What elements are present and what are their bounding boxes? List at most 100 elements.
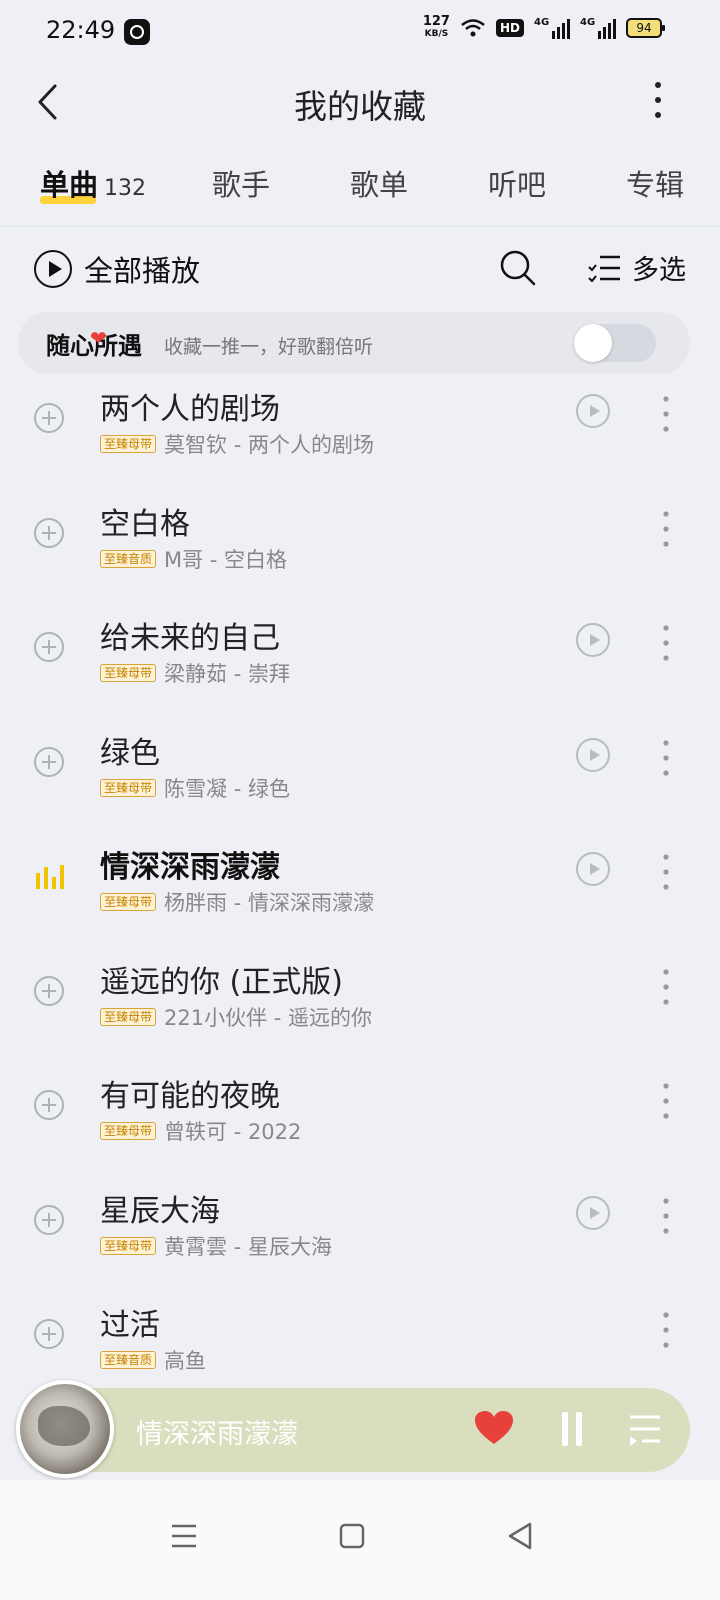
song-meta: 至臻母带 杨胖雨 - 情深深雨濛濛: [100, 887, 374, 917]
quality-badge: 至臻母带: [100, 1236, 157, 1255]
song-row[interactable]: 空白格 至臻音质 M哥 - 空白格: [0, 491, 720, 606]
more-vertical-icon[interactable]: [660, 509, 672, 549]
status-icons: 127 KB/S HD 4G 4G 94: [422, 14, 665, 40]
search-icon[interactable]: [498, 248, 538, 288]
quality-badge: 至臻母带: [100, 664, 157, 682]
song-artist: 陈雪凝 - 绿色: [164, 776, 290, 801]
battery-icon: 94: [626, 18, 665, 38]
song-row[interactable]: 两个人的剧场 至臻母带 莫智钦 - 两个人的剧场: [0, 376, 720, 491]
song-title: 给未来的自己: [100, 621, 280, 656]
song-artist: 黄霄雲 - 星辰大海: [164, 1234, 332, 1259]
multi-select-icon: [588, 255, 620, 282]
song-meta: 至臻音质 M哥 - 空白格: [100, 544, 287, 574]
add-icon[interactable]: [34, 1204, 64, 1235]
quality-badge: 至臻母带: [100, 435, 157, 453]
song-title: 两个人的剧场: [100, 392, 280, 427]
add-icon[interactable]: [34, 403, 64, 433]
song-title: 有可能的夜晚: [100, 1079, 280, 1114]
multi-select-button[interactable]: 多选: [588, 248, 686, 287]
song-artist: 梁静茹 - 崇拜: [164, 662, 290, 686]
hd-badge: HD: [495, 19, 524, 37]
quality-badge: 至臻母带: [100, 893, 157, 911]
tab-singers[interactable]: 歌手: [212, 162, 270, 204]
quality-badge: 至臻音质: [100, 1351, 157, 1369]
more-vertical-icon[interactable]: [660, 394, 672, 434]
play-all-button[interactable]: 全部播放: [34, 248, 200, 290]
song-row[interactable]: 遥远的你 (正式版) 至臻母带 221小伙伴 - 遥远的你: [0, 949, 720, 1064]
song-row[interactable]: 有可能的夜晚 至臻母带 曾轶可 - 2022: [0, 1063, 720, 1178]
signal-2-label: 4G: [580, 17, 596, 28]
tab-albums[interactable]: 专辑: [626, 162, 684, 204]
tabs-divider: [0, 226, 720, 227]
top-bar: 我的收藏: [0, 62, 720, 142]
net-speed-value: 127: [422, 14, 450, 29]
song-artist: 杨胖雨 - 情深深雨濛濛: [164, 891, 374, 915]
song-row[interactable]: 给未来的自己 至臻母带 梁静茹 - 崇拜: [0, 605, 720, 720]
quality-badge: 至臻母带: [100, 1007, 157, 1026]
add-icon[interactable]: [34, 746, 64, 777]
random-toggle[interactable]: [574, 324, 656, 362]
song-row[interactable]: 绿色 至臻母带 陈雪凝 - 绿色: [0, 720, 720, 835]
song-meta: 至臻母带 陈雪凝 - 绿色: [100, 773, 290, 803]
signal-2-icon: 4G: [580, 17, 616, 39]
add-icon[interactable]: [34, 1319, 64, 1349]
tab-singles-count: 132: [104, 176, 147, 201]
song-artist: 高鱼: [164, 1349, 207, 1373]
song-artist: M哥 - 空白格: [164, 547, 288, 572]
tab-playlists[interactable]: 歌单: [350, 162, 408, 204]
add-icon[interactable]: [34, 1090, 64, 1120]
more-vertical-icon[interactable]: [660, 623, 672, 663]
random-banner-subtitle: 收藏一推一，好歌翻倍听: [164, 336, 374, 358]
more-vertical-icon[interactable]: [652, 80, 664, 120]
song-title: 空白格: [100, 506, 190, 542]
more-vertical-icon[interactable]: [660, 738, 672, 778]
song-meta: 至臻母带 黄霄雲 - 星辰大海: [100, 1231, 332, 1261]
signal-1-icon: 4G: [534, 17, 570, 39]
song-row-playing[interactable]: 情深深雨濛濛 至臻母带 杨胖雨 - 情深深雨濛濛: [0, 834, 720, 949]
mv-play-icon[interactable]: [576, 623, 610, 657]
album-cover[interactable]: [16, 1380, 114, 1478]
song-row[interactable]: 星辰大海 至臻母带 黄霄雲 - 星辰大海: [0, 1178, 720, 1293]
song-artist: 曾轶可 - 2022: [164, 1120, 302, 1144]
play-all-label: 全部播放: [84, 254, 201, 288]
heart-icon: ❤: [90, 326, 107, 350]
more-vertical-icon[interactable]: [660, 1081, 672, 1121]
song-meta: 至臻母带 梁静茹 - 崇拜: [100, 658, 290, 688]
add-icon[interactable]: [34, 975, 64, 1006]
add-icon[interactable]: [34, 517, 64, 548]
page-title: 我的收藏: [294, 87, 426, 126]
heart-icon[interactable]: [474, 1410, 514, 1446]
quality-badge: 至臻母带: [100, 1122, 157, 1140]
net-speed-unit: KB/S: [424, 29, 449, 39]
quality-badge: 至臻母带: [100, 778, 157, 797]
now-playing-title: 情深深雨濛濛: [136, 1419, 298, 1450]
toggle-knob: [574, 324, 612, 362]
song-title: 遥远的你 (正式版): [100, 964, 343, 1000]
quality-badge: 至臻音质: [100, 549, 157, 568]
home-square-icon[interactable]: [334, 1518, 370, 1554]
mv-play-icon[interactable]: [576, 737, 610, 772]
song-list: 两个人的剧场 至臻母带 莫智钦 - 两个人的剧场 空白格 至臻音质 M哥 - 空…: [0, 376, 720, 1407]
song-meta: 至臻母带 221小伙伴 - 遥远的你: [100, 1002, 372, 1032]
net-speed: 127 KB/S: [422, 14, 450, 40]
more-vertical-icon[interactable]: [660, 852, 672, 892]
tab-tingba[interactable]: 听吧: [488, 162, 546, 204]
more-vertical-icon[interactable]: [660, 967, 672, 1007]
back-triangle-icon[interactable]: [502, 1518, 538, 1554]
mv-play-icon[interactable]: [576, 852, 610, 886]
mini-player[interactable]: 情深深雨濛濛: [16, 1380, 690, 1478]
song-meta: 至臻母带 曾轶可 - 2022: [100, 1116, 301, 1146]
tab-singles[interactable]: 单曲 132: [40, 162, 146, 204]
app-notification-icon: [124, 19, 150, 45]
more-vertical-icon[interactable]: [660, 1196, 672, 1236]
menu-icon[interactable]: [166, 1518, 202, 1554]
wifi-icon: [461, 19, 485, 37]
list-toolbar: 全部播放 多选: [0, 240, 720, 300]
more-vertical-icon[interactable]: [660, 1310, 672, 1350]
tab-bar: 单曲 132 歌手 歌单 听吧 专辑: [0, 150, 720, 220]
pause-icon[interactable]: [560, 1412, 586, 1446]
mv-play-icon[interactable]: [576, 1195, 610, 1230]
add-icon[interactable]: [34, 632, 64, 662]
playlist-queue-icon[interactable]: [628, 1412, 662, 1446]
mv-play-icon[interactable]: [576, 394, 610, 428]
